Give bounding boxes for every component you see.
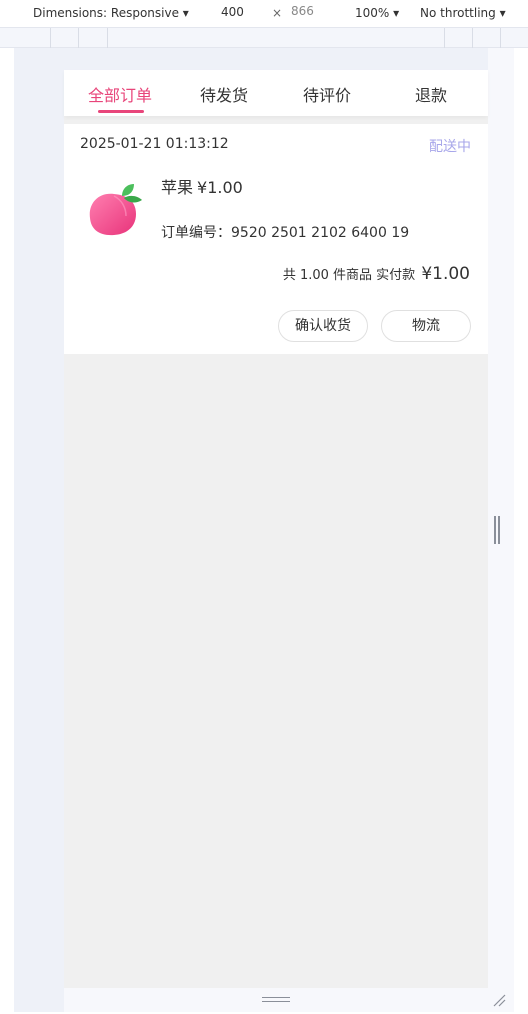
right-resize-strip[interactable] — [488, 48, 514, 1012]
peach-icon — [89, 184, 142, 236]
media-query-bar — [0, 28, 528, 48]
tab-refund[interactable]: 退款 — [378, 82, 484, 106]
tab-all-orders[interactable]: 全部订单 — [67, 82, 173, 106]
media-query-segment[interactable] — [50, 28, 51, 48]
summary-text: 共 1.00 件商品 实付款 — [282, 268, 416, 283]
device-toolbar-row: Dimensions: Responsive ▾ 400 × 866 100% … — [0, 0, 528, 28]
tab-to-ship[interactable]: 待发货 — [171, 82, 277, 106]
order-summary: 共 1.00 件商品 实付款 ¥1.00 — [283, 264, 470, 284]
tab-to-review[interactable]: 待评价 — [274, 82, 380, 106]
vertical-resize-handle[interactable] — [494, 516, 500, 544]
dimensions-dropdown[interactable]: Dimensions: Responsive ▾ — [33, 6, 189, 20]
order-card: 2025-01-21 01:13:12 配送中 苹果 ¥1.00 订单编号：952… — [64, 124, 488, 354]
product-name: 苹果 — [161, 178, 194, 197]
order-number: 订单编号：9520 2501 2102 6400 19 — [161, 225, 410, 241]
media-query-segment[interactable] — [78, 28, 79, 48]
corner-resize-grip-icon[interactable] — [492, 993, 506, 1007]
product-price: ¥1.00 — [197, 178, 243, 197]
media-query-segment[interactable] — [500, 28, 501, 48]
throttling-dropdown[interactable]: No throttling ▾ — [420, 6, 506, 20]
logistics-button[interactable]: 物流 — [381, 310, 471, 342]
width-input[interactable]: 400 — [212, 4, 266, 22]
confirm-receipt-button[interactable]: 确认收货 — [278, 310, 368, 342]
order-time: 2025-01-21 01:13:12 — [80, 136, 229, 152]
product-name-line: 苹果 ¥1.00 — [161, 174, 243, 198]
order-status: 配送中 — [429, 139, 471, 155]
height-input[interactable]: 866 — [288, 4, 334, 22]
active-tab-indicator — [98, 110, 144, 113]
horizontal-resize-handle[interactable] — [262, 997, 290, 1002]
media-query-segment[interactable] — [472, 28, 473, 48]
media-query-segment[interactable] — [444, 28, 445, 48]
times-separator: × — [272, 6, 283, 20]
devtools-device-toolbar: Dimensions: Responsive ▾ 400 × 866 100% … — [0, 0, 528, 48]
media-query-segment[interactable] — [107, 28, 108, 48]
paid-amount: ¥1.00 — [421, 264, 470, 284]
mobile-viewport: 全部订单 待发货 待评价 退款 2025-01-21 01:13:12 配送中 … — [64, 70, 488, 988]
order-tabs: 全部订单 待发货 待评价 退款 — [64, 70, 488, 116]
zoom-dropdown[interactable]: 100% ▾ — [355, 6, 399, 20]
